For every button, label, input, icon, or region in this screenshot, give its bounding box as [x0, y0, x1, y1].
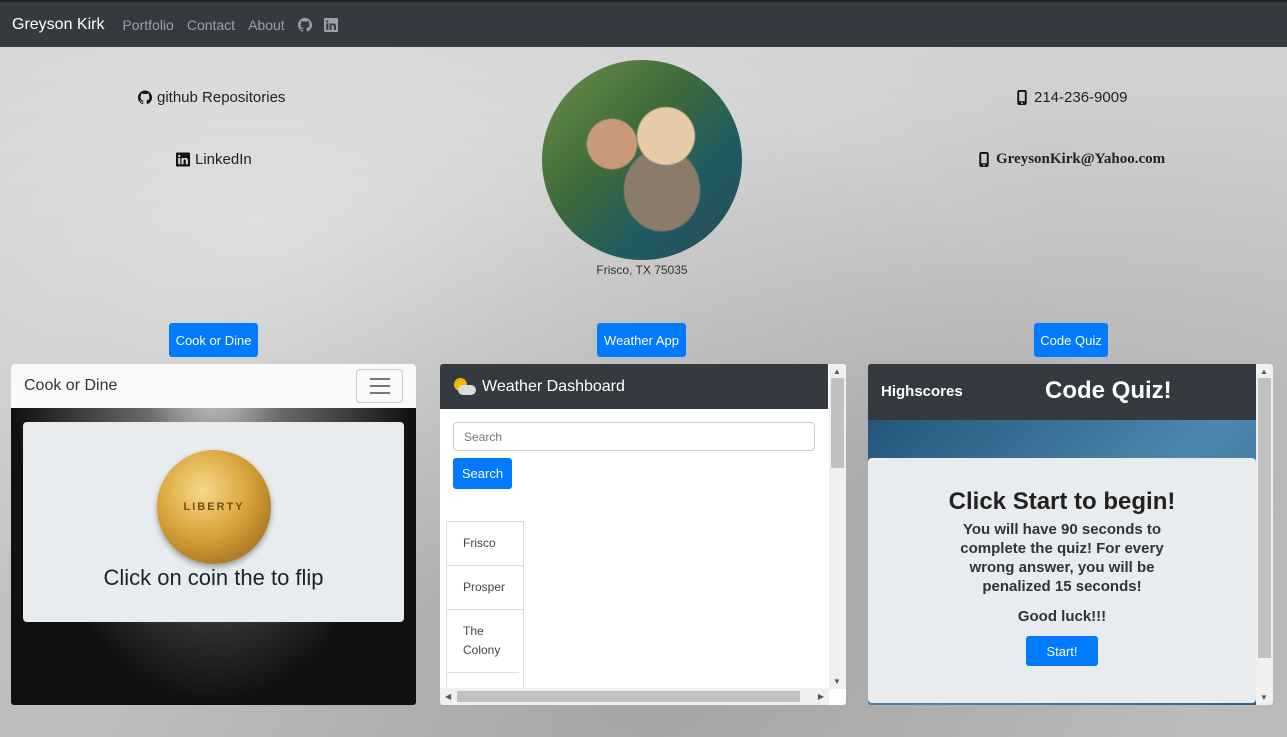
github-repositories-link[interactable]: github Repositories	[138, 89, 285, 106]
highscores-link[interactable]: Highscores	[881, 383, 963, 400]
coin-image[interactable]: LIBERTY	[157, 450, 271, 564]
vertical-scrollbar[interactable]: ▲ ▼	[829, 364, 846, 689]
email-address: GreysonKirk@Yahoo.com	[996, 151, 1166, 167]
phone-icon	[1017, 90, 1027, 105]
linkedin-link[interactable]: LinkedIn	[176, 151, 252, 168]
phone-icon	[979, 152, 989, 167]
quiz-title: Code Quiz!	[1045, 377, 1172, 404]
code-quiz-preview: Highscores Code Quiz! Click Start to beg…	[868, 364, 1273, 705]
phone-info: 214-236-9009	[1015, 89, 1127, 106]
city-item-the-colony[interactable]: The Colony	[447, 610, 519, 673]
quiz-intro-card: Click Start to begin! You will have 90 s…	[868, 458, 1256, 703]
linkedin-icon	[176, 152, 190, 167]
hamburger-menu-icon[interactable]	[356, 369, 403, 403]
cook-or-dine-button[interactable]: Cook or Dine	[169, 323, 258, 357]
github-icon	[138, 90, 152, 105]
profile-photo	[542, 60, 742, 260]
nav-about[interactable]: About	[248, 17, 285, 33]
start-quiz-button[interactable]: Start!	[1026, 636, 1098, 666]
city-item-frisco[interactable]: Frisco	[447, 522, 523, 566]
quiz-instructions: You will have 90 seconds to complete the…	[960, 521, 1164, 595]
linkedin-label: LinkedIn	[195, 151, 252, 168]
navbar: Greyson Kirk Portfolio Contact About	[0, 0, 1287, 47]
city-search-button[interactable]: Search	[453, 458, 512, 489]
cook-brand[interactable]: Cook or Dine	[24, 377, 117, 395]
phone-number: 214-236-9009	[1034, 89, 1128, 106]
good-luck-text: Good luck!!!	[1017, 608, 1107, 625]
coin-caption: Click on coin the to flip	[103, 565, 324, 590]
code-quiz-button[interactable]: Code Quiz	[1034, 323, 1108, 357]
city-item-prosper[interactable]: Prosper	[447, 566, 523, 610]
horizontal-scrollbar[interactable]: ◀ ▶	[440, 688, 829, 705]
github-icon[interactable]	[297, 17, 312, 32]
nav-contact[interactable]: Contact	[187, 17, 235, 33]
nav-portfolio[interactable]: Portfolio	[122, 17, 173, 33]
coin-word: LIBERTY	[183, 501, 245, 513]
cook-or-dine-preview: Cook or Dine LIBERTY Click on coin the t…	[11, 364, 416, 705]
city-list: Frisco Prosper The Colony Lewisville	[446, 521, 524, 705]
cook-navbar: Cook or Dine	[11, 364, 416, 408]
linkedin-icon[interactable]	[323, 17, 338, 32]
location-text: Frisco, TX 75035	[596, 263, 688, 277]
weather-header: Weather Dashboard	[440, 364, 828, 409]
github-label: github Repositories	[157, 89, 286, 106]
vertical-scrollbar[interactable]: ▲ ▼	[1256, 364, 1273, 705]
weather-preview: Weather Dashboard Search Frisco Prosper …	[440, 364, 846, 705]
quiz-header: Highscores Code Quiz!	[868, 364, 1256, 420]
email-info[interactable]: GreysonKirk@Yahoo.com	[977, 151, 1165, 168]
partly-cloudy-icon	[452, 377, 476, 397]
weather-app-button[interactable]: Weather App	[597, 323, 686, 357]
brand[interactable]: Greyson Kirk	[12, 16, 104, 34]
weather-title: Weather Dashboard	[482, 377, 625, 395]
city-search-input[interactable]	[453, 422, 815, 451]
coin-card: LIBERTY Click on coin the to flip	[23, 422, 404, 622]
quiz-heading: Click Start to begin!	[948, 488, 1176, 515]
